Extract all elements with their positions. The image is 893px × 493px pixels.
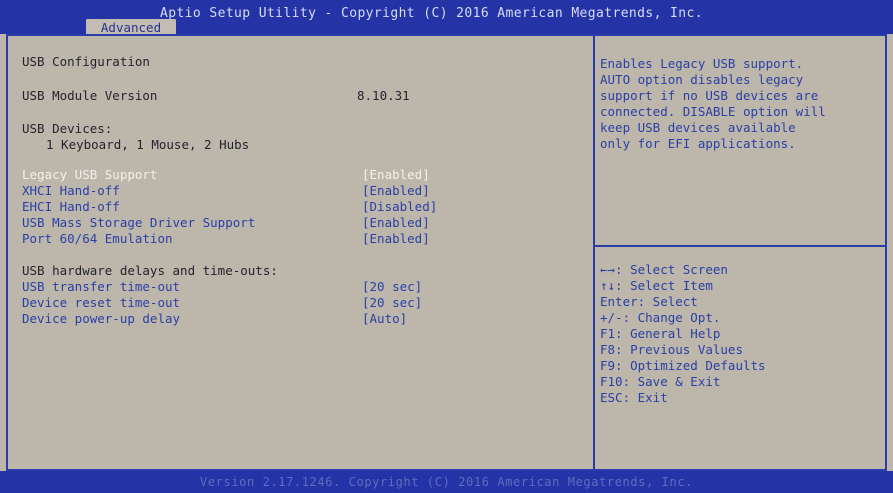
option-xhci-hand-off-value[interactable]: [Enabled] [362, 183, 430, 198]
key-hint-save-exit: F10: Save & Exit [600, 374, 721, 389]
help-line: Enables Legacy USB support. [600, 56, 804, 71]
module-version-label: USB Module Version [22, 88, 158, 103]
option-usb-mass-storage[interactable]: USB Mass Storage Driver Support [22, 215, 255, 230]
key-hint-optimized-defaults: F9: Optimized Defaults [600, 358, 766, 373]
option-device-reset-timeout[interactable]: Device reset time-out [22, 295, 180, 310]
option-legacy-usb-support[interactable]: Legacy USB Support [22, 167, 157, 182]
footer-bar: Version 2.17.1246. Copyright (C) 2016 Am… [0, 471, 893, 493]
option-device-reset-timeout-value[interactable]: [20 sec] [362, 295, 422, 310]
option-port-emulation-value[interactable]: [Enabled] [362, 231, 430, 246]
option-device-power-up-delay-value[interactable]: [Auto] [362, 311, 407, 326]
panel-divider [593, 36, 595, 469]
key-hint-enter: Enter: Select [600, 294, 698, 309]
devices-label: USB Devices: [22, 121, 113, 136]
help-line: connected. DISABLE option will [600, 104, 826, 119]
option-ehci-hand-off[interactable]: EHCI Hand-off [22, 199, 120, 214]
module-version-value: 8.10.31 [357, 88, 410, 103]
key-hint-select-item: ↑↓: Select Item [600, 278, 713, 293]
option-xhci-hand-off[interactable]: XHCI Hand-off [22, 183, 120, 198]
tab-advanced[interactable]: Advanced [86, 19, 176, 35]
key-hint-previous-values: F8: Previous Values [600, 342, 743, 357]
help-line: only for EFI applications. [600, 136, 796, 151]
option-ehci-hand-off-value[interactable]: [Disabled] [362, 199, 437, 214]
option-port-emulation[interactable]: Port 60/64 Emulation [22, 231, 173, 246]
key-hint-select-screen: ←→: Select Screen [600, 262, 728, 277]
version-text: Version 2.17.1246. Copyright (C) 2016 Am… [200, 475, 693, 489]
title-bar: Aptio Setup Utility - Copyright (C) 2016… [0, 0, 893, 35]
help-divider [595, 245, 885, 247]
help-line: support if no USB devices are [600, 88, 819, 103]
section-title: USB Configuration [22, 54, 150, 69]
help-line: keep USB devices available [600, 120, 796, 135]
key-hint-exit: ESC: Exit [600, 390, 668, 405]
app-title: Aptio Setup Utility - Copyright (C) 2016… [160, 6, 703, 21]
devices-value: 1 Keyboard, 1 Mouse, 2 Hubs [46, 137, 250, 152]
option-device-power-up-delay[interactable]: Device power-up delay [22, 311, 180, 326]
option-usb-transfer-timeout[interactable]: USB transfer time-out [22, 279, 180, 294]
option-legacy-usb-support-value[interactable]: [Enabled] [362, 167, 430, 182]
help-line: AUTO option disables legacy [600, 72, 804, 87]
option-usb-mass-storage-value[interactable]: [Enabled] [362, 215, 430, 230]
option-usb-transfer-timeout-value[interactable]: [20 sec] [362, 279, 422, 294]
key-hint-change-opt: +/-: Change Opt. [600, 310, 721, 325]
key-hint-general-help: F1: General Help [600, 326, 721, 341]
delays-header: USB hardware delays and time-outs: [22, 263, 278, 278]
